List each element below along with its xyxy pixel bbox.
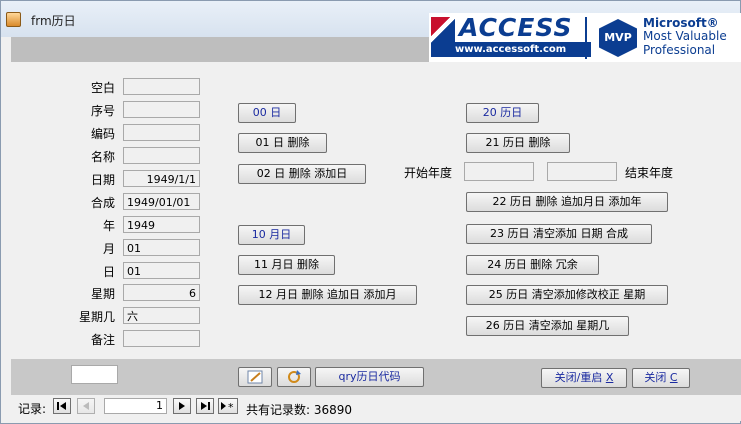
- field-weekday-name[interactable]: 六: [123, 307, 200, 324]
- previous-record-icon: [83, 402, 89, 410]
- first-record-button[interactable]: [53, 398, 71, 414]
- label-composite: 合成: [90, 196, 115, 210]
- total-records-text: 共有记录数: 36890: [246, 403, 353, 417]
- button-02-day-delete-add[interactable]: 02 日 删除 添加日: [238, 164, 366, 184]
- banner-divider: [585, 17, 587, 59]
- new-record-button[interactable]: *: [218, 398, 238, 414]
- label-day: 日: [102, 265, 115, 279]
- field-month[interactable]: 01: [123, 239, 200, 256]
- button-24-calendar-redundant[interactable]: 24 历日 删除 冗余: [466, 255, 599, 275]
- button-21-calendar-delete[interactable]: 21 历日 删除: [466, 133, 570, 153]
- button-12-monthday-append[interactable]: 12 月日 删除 追加日 添加月: [238, 285, 417, 305]
- label-end-year: 结束年度: [625, 166, 674, 180]
- footer-small-box[interactable]: [71, 365, 118, 384]
- mvp-line-1: Microsoft®: [643, 16, 719, 30]
- last-record-button[interactable]: [196, 398, 214, 414]
- label-start-year: 开始年度: [404, 166, 453, 180]
- close-restart-label: 关闭/重启: [554, 371, 606, 384]
- field-start-year[interactable]: [464, 162, 534, 181]
- field-end-year[interactable]: [547, 162, 617, 181]
- pencil-icon: [247, 370, 263, 384]
- label-code: 编码: [90, 127, 115, 141]
- field-day[interactable]: 01: [123, 262, 200, 279]
- button-22-calendar-add-year[interactable]: 22 历日 删除 追加月日 添加年: [466, 192, 668, 212]
- label-serial: 序号: [90, 104, 115, 118]
- access-url-text: www.accessoft.com: [451, 42, 591, 57]
- button-25-calendar-weekday[interactable]: 25 历日 清空添加修改校正 星期: [466, 285, 668, 305]
- field-serial[interactable]: [123, 101, 200, 118]
- previous-record-button[interactable]: [77, 398, 95, 414]
- button-10-monthday[interactable]: 10 月日: [238, 225, 305, 245]
- mvp-line-3: Professional: [643, 43, 716, 57]
- refresh-icon: [288, 370, 301, 383]
- current-record-input[interactable]: 1: [104, 398, 167, 414]
- close-accel: C: [669, 371, 678, 384]
- field-blank[interactable]: [123, 78, 200, 95]
- field-name[interactable]: [123, 147, 200, 164]
- field-year[interactable]: 1949: [123, 216, 200, 233]
- next-record-icon: [179, 402, 185, 410]
- field-weekday[interactable]: 6: [123, 284, 200, 301]
- record-label: 记录:: [18, 402, 47, 416]
- button-23-calendar-clear-add[interactable]: 23 历日 清空添加 日期 合成: [466, 224, 652, 244]
- label-weekday: 星期: [90, 287, 115, 301]
- form-icon: [6, 12, 21, 27]
- label-notes: 备注: [90, 333, 115, 347]
- label-year: 年: [102, 219, 115, 233]
- form-window: frm历日 ACCESS www.accessoft.com MVP Micro…: [0, 0, 741, 424]
- label-blank: 空白: [90, 81, 115, 95]
- first-record-icon: [57, 402, 66, 410]
- field-notes[interactable]: [123, 330, 200, 347]
- close-restart-accel: X: [605, 371, 614, 384]
- field-code[interactable]: [123, 124, 200, 141]
- qry-calendar-code-button[interactable]: qry历日代码: [315, 367, 424, 387]
- label-date: 日期: [90, 173, 115, 187]
- field-date[interactable]: 1949/1/1: [123, 170, 200, 187]
- label-weekday-name: 星期几: [78, 310, 115, 324]
- accessoft-mvp-banner: ACCESS www.accessoft.com MVP Microsoft® …: [429, 13, 741, 63]
- field-composite[interactable]: 1949/01/01: [123, 193, 200, 210]
- mvp-line-2: Most Valuable: [643, 29, 727, 43]
- label-name: 名称: [90, 150, 115, 164]
- button-26-calendar-weekday-name[interactable]: 26 历日 清空添加 星期几: [466, 316, 629, 336]
- button-00-day[interactable]: 00 日: [238, 103, 296, 123]
- button-01-day-delete[interactable]: 01 日 删除: [238, 133, 327, 153]
- mvp-badge-icon: MVP: [599, 19, 637, 57]
- edit-button[interactable]: [238, 367, 272, 387]
- window-title: frm历日: [31, 14, 76, 28]
- next-record-button[interactable]: [173, 398, 191, 414]
- label-month: 月: [102, 242, 115, 256]
- close-button[interactable]: 关闭 C: [632, 368, 690, 388]
- refresh-button[interactable]: [277, 367, 311, 387]
- close-restart-button[interactable]: 关闭/重启 X: [541, 368, 627, 388]
- button-20-calendar[interactable]: 20 历日: [466, 103, 539, 123]
- button-11-monthday-delete[interactable]: 11 月日 删除: [238, 255, 335, 275]
- access-logo-text: ACCESS: [459, 13, 573, 42]
- new-record-icon: *: [221, 401, 234, 414]
- last-record-icon: [201, 402, 210, 410]
- svg-text:*: *: [228, 401, 234, 413]
- close-label: 关闭: [644, 371, 670, 384]
